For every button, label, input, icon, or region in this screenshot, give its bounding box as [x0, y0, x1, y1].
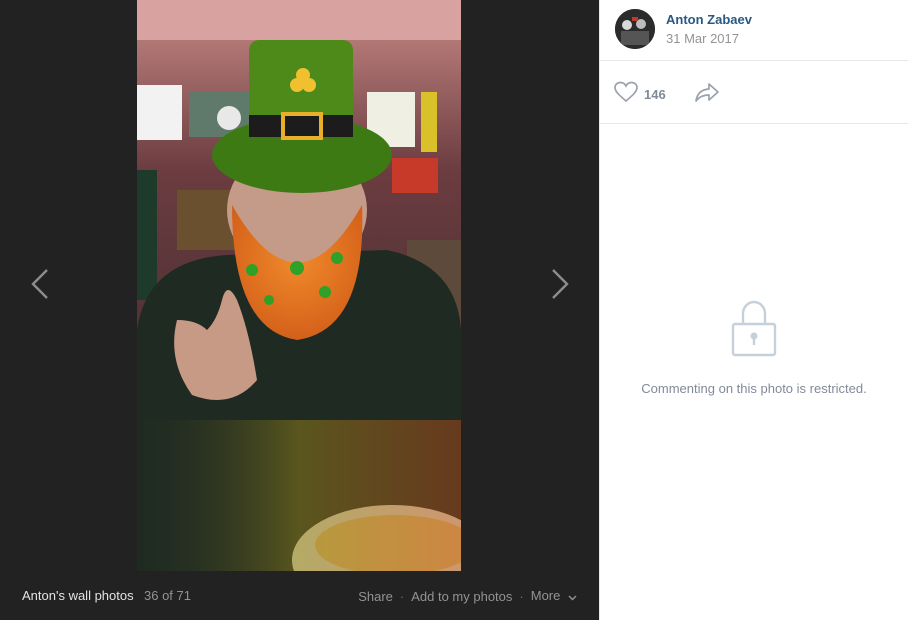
photo-counter: 36 of 71: [144, 588, 191, 603]
separator: ·: [399, 588, 405, 604]
author-name[interactable]: Anton Zabaev: [666, 12, 752, 27]
post-stats: 146: [600, 61, 908, 124]
separator: ·: [519, 588, 524, 604]
chevron-down-icon: [568, 589, 577, 604]
avatar[interactable]: [615, 9, 655, 49]
viewer-footer: Anton's wall photos 36 of 71 Share · Add…: [0, 571, 599, 620]
photo-actions: Share · Add to my photos · More: [358, 588, 577, 604]
chevron-left-icon: [22, 262, 62, 306]
album-link[interactable]: Anton's wall photos: [22, 588, 134, 603]
heart-icon: [614, 81, 638, 108]
share-button[interactable]: [694, 81, 720, 108]
photo-image: [137, 0, 461, 571]
share-link[interactable]: Share: [358, 589, 393, 604]
like-count: 146: [644, 87, 666, 102]
photo-viewer: Anton's wall photos 36 of 71 Share · Add…: [0, 0, 599, 620]
comments-restricted: Commenting on this photo is restricted.: [600, 298, 908, 396]
photo-sidebar: Anton Zabaev 31 Mar 2017 146 Commenting …: [599, 0, 908, 620]
share-arrow-icon: [694, 83, 720, 107]
post-header: Anton Zabaev 31 Mar 2017: [600, 0, 908, 61]
post-date: 31 Mar 2017: [666, 31, 739, 46]
next-photo-button[interactable]: [540, 262, 580, 306]
prev-photo-button[interactable]: [22, 262, 62, 306]
more-menu[interactable]: More: [531, 588, 577, 604]
add-to-photos-link[interactable]: Add to my photos: [411, 589, 512, 604]
restricted-message: Commenting on this photo is restricted.: [641, 381, 867, 396]
more-label: More: [530, 588, 561, 603]
chevron-right-icon: [540, 262, 580, 306]
lock-icon: [731, 298, 777, 363]
like-button[interactable]: 146: [614, 81, 666, 108]
photo[interactable]: [137, 0, 461, 571]
